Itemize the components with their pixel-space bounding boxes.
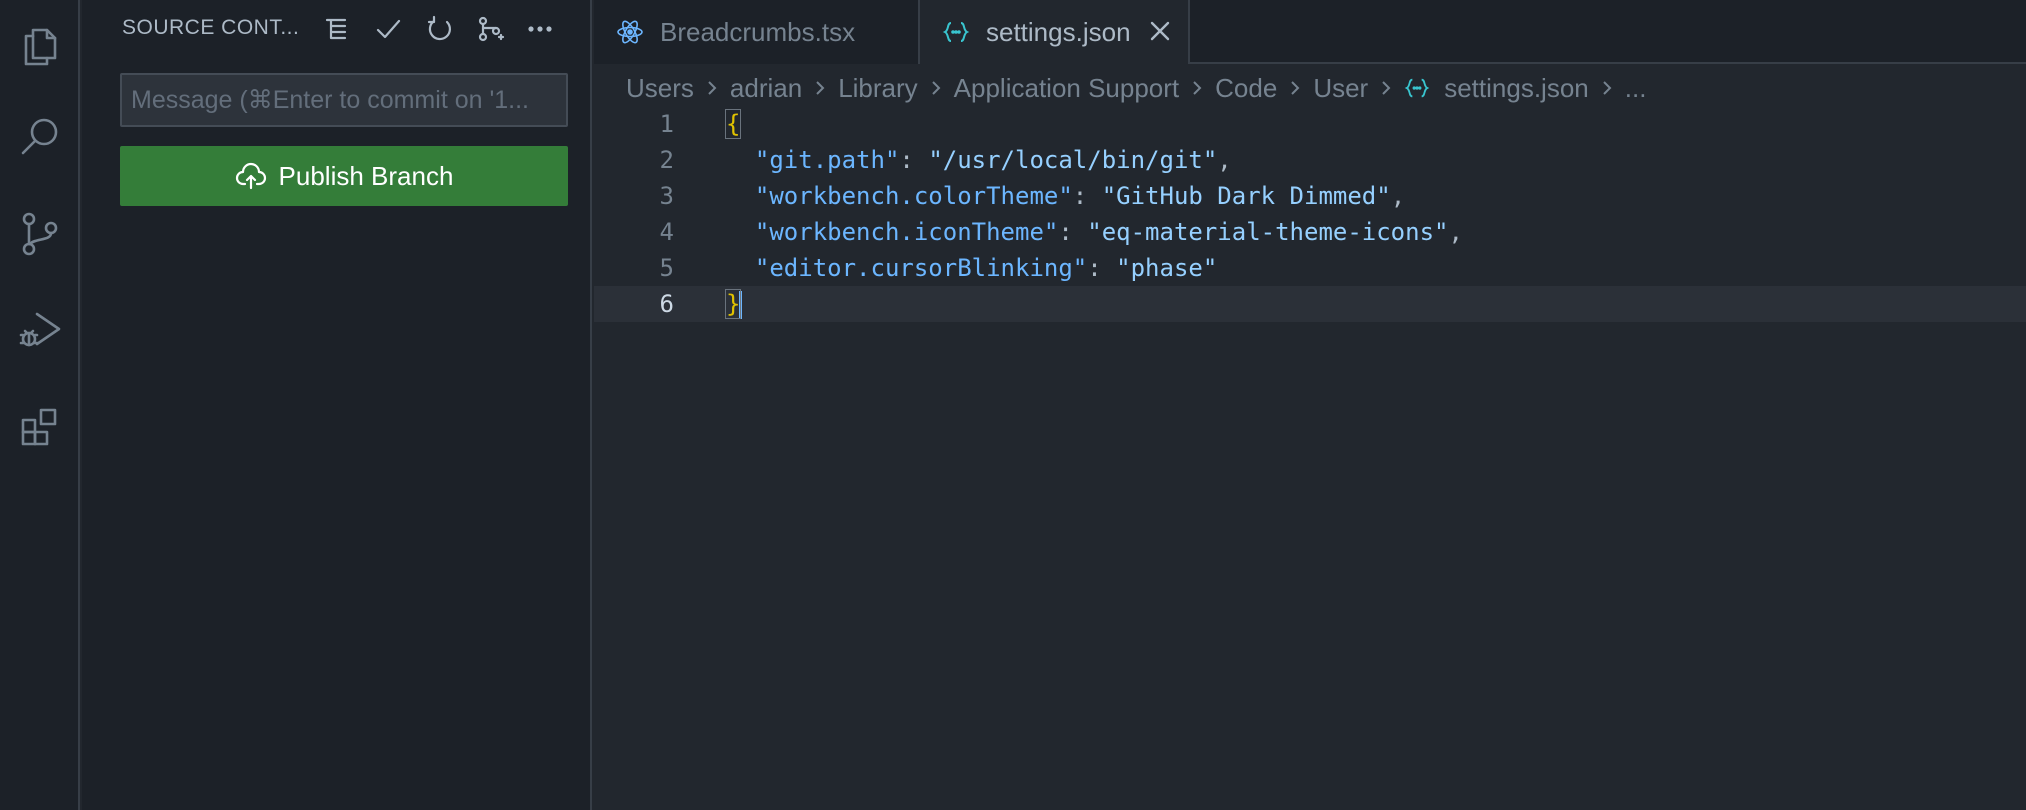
check-icon[interactable] (370, 12, 406, 46)
line-number: 5 (659, 254, 674, 282)
line-number: 4 (659, 218, 674, 246)
refresh-icon[interactable] (422, 12, 458, 46)
files-icon (24, 28, 57, 66)
breadcrumb-item[interactable]: Application Support (954, 73, 1179, 104)
cloud-upload-icon (235, 162, 266, 190)
editor-tab-bar: Breadcrumbs.tsx settings.json (594, 0, 2026, 64)
chevron-right-icon (1285, 78, 1305, 98)
code-line: 1{ (594, 106, 2026, 142)
json-comma: , (1448, 218, 1463, 246)
tree-view-icon[interactable] (318, 12, 354, 46)
json-key: "workbench.iconTheme" (754, 218, 1059, 246)
breadcrumb-item[interactable]: adrian (730, 73, 802, 104)
code-line: 5 "editor.cursorBlinking": "phase" (594, 250, 2026, 286)
code-text: { (724, 109, 742, 139)
brace: { (724, 109, 742, 139)
explorer-button[interactable] (0, 0, 80, 90)
json-value: "/usr/local/bin/git" (928, 146, 1218, 174)
chevron-right-icon (1376, 78, 1396, 98)
json-value: "GitHub Dark Dimmed" (1101, 182, 1391, 210)
code-text: "git.path": "/usr/local/bin/git", (754, 146, 1232, 174)
search-button[interactable] (0, 92, 80, 182)
commit-message-input[interactable] (120, 73, 568, 127)
line-number: 6 (659, 290, 674, 318)
json-comma: , (1217, 146, 1232, 174)
extensions-icon (21, 408, 57, 446)
line-number: 1 (659, 110, 674, 138)
chevron-right-icon (702, 78, 722, 98)
json-key: "workbench.colorTheme" (754, 182, 1073, 210)
json-comma: , (1390, 182, 1406, 210)
json-value: "eq-material-theme-icons" (1087, 218, 1449, 246)
breadcrumb-item[interactable]: Users (626, 73, 694, 104)
source-control-sidebar: SOURCE CONT... Publish Branch (82, 0, 592, 810)
tab-breadcrumbs-tsx[interactable]: Breadcrumbs.tsx (594, 0, 920, 64)
line-number: 3 (659, 182, 674, 210)
breadcrumb: Users adrian Library Application Support… (626, 70, 1646, 106)
breadcrumb-item[interactable]: settings.json (1444, 73, 1589, 104)
line-number: 2 (659, 146, 674, 174)
tab-settings-json[interactable]: settings.json (920, 0, 1190, 64)
json-icon (1404, 75, 1430, 101)
code-text: "workbench.iconTheme": "eq-material-them… (754, 218, 1463, 246)
chevron-right-icon (810, 78, 830, 98)
json-key: "git.path" (754, 146, 900, 174)
source-control-button[interactable] (0, 188, 80, 278)
chevron-right-icon (1597, 78, 1617, 98)
json-key: "editor.cursorBlinking" (754, 254, 1088, 282)
sidebar-title: SOURCE CONT... (122, 16, 300, 39)
chevron-right-icon (1187, 78, 1207, 98)
source-control-icon (22, 212, 58, 256)
code-line: 4 "workbench.iconTheme": "eq-material-th… (594, 214, 2026, 250)
close-tab-icon[interactable] (1146, 17, 1174, 45)
sidebar-header: SOURCE CONT... (82, 0, 592, 58)
publish-branch-button[interactable]: Publish Branch (120, 146, 568, 206)
extensions-button[interactable] (0, 382, 80, 472)
branch-graph-icon[interactable] (472, 12, 508, 46)
search-icon (21, 118, 58, 155)
breadcrumb-item[interactable]: Library (838, 73, 917, 104)
more-icon[interactable] (522, 12, 558, 46)
json-value: "phase" (1116, 254, 1218, 282)
chevron-right-icon (926, 78, 946, 98)
tab-label: settings.json (986, 16, 1131, 47)
json-icon (942, 18, 970, 46)
activity-bar (0, 0, 80, 810)
run-debug-button[interactable] (0, 284, 80, 374)
code-editor[interactable]: 1{ 2 "git.path": "/usr/local/bin/git", 3… (594, 106, 2026, 810)
code-text: "editor.cursorBlinking": "phase" (754, 254, 1218, 282)
breadcrumb-item[interactable]: ... (1625, 73, 1647, 104)
code-text: } (724, 289, 743, 319)
code-line: 2 "git.path": "/usr/local/bin/git", (594, 142, 2026, 178)
breadcrumb-item[interactable]: User (1313, 73, 1368, 104)
publish-branch-label: Publish Branch (278, 160, 454, 191)
code-line: 6} (594, 286, 2026, 322)
code-line: 3 "workbench.colorTheme": "GitHub Dark D… (594, 178, 2026, 214)
react-icon (616, 18, 644, 46)
brace: } (724, 289, 742, 319)
text-cursor (739, 291, 743, 319)
breadcrumb-item[interactable]: Code (1215, 73, 1277, 104)
code-text: "workbench.colorTheme": "GitHub Dark Dim… (754, 182, 1406, 210)
run-debug-icon (19, 312, 61, 347)
tab-label: Breadcrumbs.tsx (660, 16, 856, 47)
